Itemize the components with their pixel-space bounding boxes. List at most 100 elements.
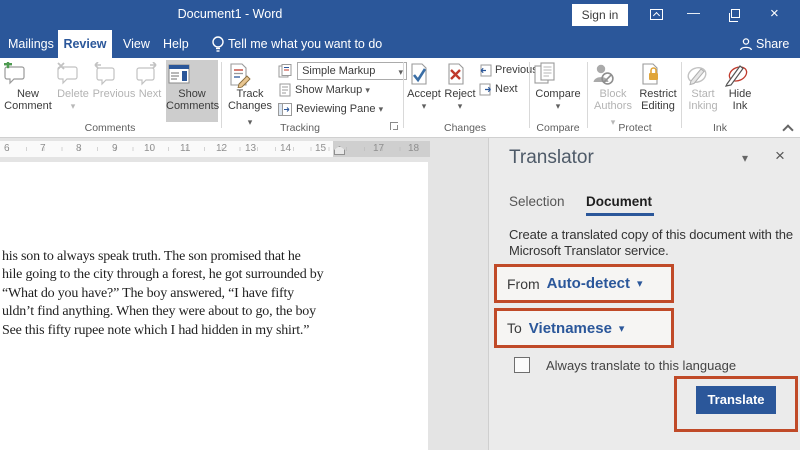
minimize-icon[interactable]: — (687, 6, 700, 20)
collapse-ribbon-icon[interactable] (782, 124, 794, 136)
tab-document[interactable]: Document (586, 194, 652, 209)
show-markup-button[interactable]: Show Markup ▾ (279, 82, 370, 98)
accept-icon (406, 62, 442, 88)
share-button[interactable]: Share (756, 30, 789, 58)
ribbon: New Comment Delete ▾ Previous Next Show … (0, 58, 800, 138)
ribbon-display-options-icon[interactable] (650, 9, 663, 20)
ruler-number: 17 (373, 143, 385, 154)
ruler-number: 8 (76, 143, 82, 154)
ink-group-label: Ink (712, 122, 727, 134)
to-value: Vietnamese (528, 319, 612, 337)
display-for-review-icon (278, 64, 292, 78)
next-comment-button[interactable]: Next (133, 60, 167, 101)
simple-markup-select[interactable]: Simple Markup ▾ (297, 62, 408, 80)
window-title: Document1 - Word (177, 7, 283, 21)
chevron-down-icon: ▾ (365, 85, 370, 95)
hide-ink-button[interactable]: Hide Ink (723, 60, 757, 112)
ruler-number: 12 (216, 143, 228, 154)
from-value: Auto-detect (546, 275, 630, 292)
translate-button[interactable]: Translate (696, 386, 776, 414)
highlight-box-to: To Vietnamese ▾ (494, 308, 674, 348)
active-tab-underline (586, 213, 654, 216)
reviewing-pane-icon (278, 102, 292, 116)
sign-in-button[interactable]: Sign in (572, 4, 628, 26)
ruler-number: 10 (144, 143, 156, 154)
next-comment-icon (133, 62, 167, 88)
lightbulb-icon (211, 35, 225, 53)
tracking-group-label: Tracking (280, 122, 320, 134)
show-comments-icon (166, 62, 218, 88)
document-line: uldn’t find anything. When they were abo… (2, 304, 316, 320)
tab-mailings[interactable]: Mailings (8, 30, 54, 58)
reject-button[interactable]: Reject ▾ (443, 60, 477, 112)
track-changes-button[interactable]: Track Changes ▾ (226, 60, 274, 130)
restore-icon[interactable] (729, 9, 740, 22)
chevron-down-icon: ▾ (637, 278, 643, 290)
pane-title: Translator (509, 147, 594, 168)
ruler-number: 14 (280, 143, 292, 154)
tab-review[interactable]: Review (58, 30, 112, 58)
always-translate-checkbox[interactable] (514, 357, 530, 373)
highlight-box-from: From Auto-detect ▾ (494, 264, 674, 303)
next-change-button[interactable]: Next (479, 81, 518, 97)
delete-comment-button[interactable]: Delete ▾ (55, 60, 91, 112)
start-inking-button[interactable]: Start Inking (684, 60, 722, 112)
previous-comment-icon (92, 62, 136, 88)
track-changes-icon (226, 62, 274, 88)
to-label: To (507, 320, 522, 336)
restrict-editing-icon (637, 62, 679, 88)
accept-button[interactable]: Accept ▾ (406, 60, 442, 112)
compare-group-label: Compare (536, 122, 580, 134)
previous-comment-button[interactable]: Previous (92, 60, 136, 101)
document-page[interactable]: his son to always speak truth. The son p… (0, 162, 428, 450)
ruler-number: 11 (180, 143, 191, 154)
title-bar: Document1 - Word Sign in — × (0, 0, 800, 30)
chevron-down-icon: ▾ (618, 322, 625, 335)
delete-comment-icon (55, 62, 91, 88)
from-label: From (507, 275, 540, 292)
next-change-icon (479, 83, 492, 96)
ruler-number: 15 (315, 143, 327, 154)
compare-icon (532, 62, 584, 88)
ruler-number: 18 (408, 143, 420, 154)
close-icon[interactable]: × (770, 6, 779, 21)
start-inking-icon (684, 62, 722, 88)
horizontal-ruler[interactable]: 6 7 8 9 10 11 12 13 14 15 17 18 (0, 141, 430, 157)
pane-options-caret-icon[interactable]: ▾ (742, 151, 748, 165)
document-line: “What do you have?” The boy answered, “I… (2, 285, 294, 301)
ribbon-tab-row: Mailings Review View Help Tell me what y… (0, 30, 800, 58)
tab-selection[interactable]: Selection (509, 194, 565, 209)
ruler-number: 13 (245, 143, 257, 154)
ruler-number: 6 (4, 143, 10, 154)
protect-group-label: Protect (618, 122, 652, 134)
ruler-number: 7 (40, 143, 46, 154)
reviewing-pane-button[interactable]: Reviewing Pane ▾ (278, 101, 383, 117)
document-line: See this fifty rupee note which I had hi… (2, 322, 310, 338)
hide-ink-icon (723, 62, 757, 88)
translator-pane: Translator ▾ × Selection Document Create… (488, 138, 800, 450)
tracking-dialog-launcher-icon[interactable] (390, 122, 398, 130)
ruler-number: 9 (112, 143, 118, 154)
restrict-editing-button[interactable]: Restrict Editing (637, 60, 679, 112)
tab-view[interactable]: View (123, 30, 150, 58)
document-line: his son to always speak truth. The son p… (2, 249, 301, 264)
pane-description: Create a translated copy of this documen… (509, 227, 794, 258)
compare-button[interactable]: Compare ▾ (532, 60, 584, 112)
share-person-icon (739, 37, 753, 51)
display-for-review-row: Simple Markup ▾ (278, 62, 408, 80)
always-translate-label: Always translate to this language (546, 358, 737, 373)
show-markup-icon (279, 83, 291, 97)
tab-help[interactable]: Help (163, 30, 189, 58)
to-language-dropdown[interactable]: To Vietnamese ▾ (507, 311, 624, 345)
tell-me-box[interactable]: Tell me what you want to do (228, 30, 382, 58)
block-authors-icon (590, 62, 636, 88)
pane-close-icon[interactable]: × (775, 146, 785, 166)
document-text: his son to always speak truth. The son p… (2, 248, 324, 340)
from-language-dropdown[interactable]: From Auto-detect ▾ (507, 267, 643, 300)
document-line: hile going to the city through a forest,… (2, 267, 324, 283)
comments-group-label: Comments (84, 122, 136, 134)
show-comments-button[interactable]: Show Comments (166, 60, 219, 122)
new-comment-button[interactable]: New Comment (2, 60, 54, 112)
block-authors-button[interactable]: Block Authors ▾ (590, 60, 636, 130)
previous-change-icon (479, 64, 492, 77)
